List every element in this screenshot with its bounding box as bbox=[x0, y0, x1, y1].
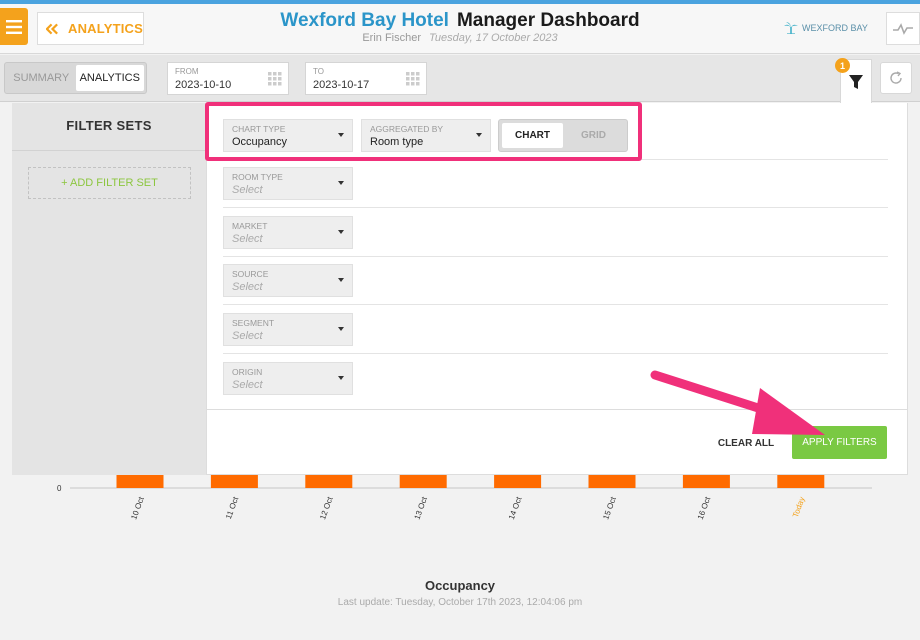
caret-down-icon bbox=[338, 230, 344, 234]
caret-down-icon bbox=[338, 278, 344, 282]
divider bbox=[223, 304, 888, 305]
chart-bar bbox=[116, 475, 164, 488]
source-label: SOURCE bbox=[232, 269, 269, 279]
brand-label: WEXFORD BAY bbox=[802, 23, 868, 33]
current-date: Tuesday, 17 October 2023 bbox=[429, 32, 558, 44]
chart-bar bbox=[399, 475, 447, 488]
segment-select[interactable]: SEGMENT Select bbox=[223, 313, 353, 346]
from-date-label: FROM bbox=[175, 67, 199, 76]
room-type-label: ROOM TYPE bbox=[232, 172, 283, 182]
to-date-field[interactable]: TO 2023-10-17 bbox=[305, 62, 427, 95]
chart-bar bbox=[682, 475, 730, 488]
source-placeholder: Select bbox=[232, 281, 263, 293]
hotel-name: Wexford Bay Hotel bbox=[280, 10, 449, 31]
chart-bar bbox=[210, 475, 258, 488]
segment-label: SEGMENT bbox=[232, 318, 275, 328]
filter-count-badge: 1 bbox=[835, 58, 850, 73]
to-date-label: TO bbox=[313, 67, 324, 76]
room-type-select[interactable]: ROOM TYPE Select bbox=[223, 167, 353, 200]
funnel-icon bbox=[849, 74, 863, 89]
x-tick-label: Today bbox=[791, 496, 807, 519]
chart-bar bbox=[494, 475, 542, 488]
origin-placeholder: Select bbox=[232, 379, 263, 391]
x-tick-label: 14 Oct bbox=[507, 495, 524, 521]
caret-down-icon bbox=[338, 327, 344, 331]
caret-down-icon bbox=[338, 181, 344, 185]
x-tick-label: 16 Oct bbox=[696, 495, 713, 521]
view-switcher: SUMMARY ANALYTICS bbox=[4, 62, 147, 94]
occupancy-chart: 0 10 Oct 11 Oct 12 Oct 13 Oct 14 Oct 15 Oct 16… bbox=[57, 475, 872, 521]
divider bbox=[223, 256, 888, 257]
room-type-placeholder: Select bbox=[232, 184, 263, 196]
page-subtitle: Erin Fischer Tuesday, 17 October 2023 bbox=[0, 32, 920, 44]
caret-down-icon bbox=[338, 376, 344, 380]
filter-sets-title: FILTER SETS bbox=[66, 118, 152, 133]
from-date-value: 2023-10-10 bbox=[175, 79, 232, 91]
dashboard-title: Manager Dashboard bbox=[456, 10, 640, 31]
user-name: Erin Fischer bbox=[362, 32, 422, 44]
source-select[interactable]: SOURCE Select bbox=[223, 264, 353, 297]
filter-sets-panel bbox=[12, 103, 206, 475]
highlight-box bbox=[205, 102, 642, 161]
chart-bar bbox=[777, 475, 825, 488]
x-tick-label: 13 Oct bbox=[413, 495, 430, 521]
x-tick-label: 12 Oct bbox=[318, 495, 335, 521]
add-filter-set-button[interactable]: + ADD FILTER SET bbox=[28, 167, 191, 199]
calendar-grid-icon bbox=[268, 72, 282, 86]
x-tick-label: 10 Oct bbox=[129, 495, 146, 521]
market-placeholder: Select bbox=[232, 233, 263, 245]
tab-analytics[interactable]: ANALYTICS bbox=[75, 65, 144, 91]
refresh-icon bbox=[890, 71, 902, 84]
divider bbox=[12, 150, 206, 151]
y-tick-label: 0 bbox=[57, 484, 62, 493]
origin-select[interactable]: ORIGIN Select bbox=[223, 362, 353, 395]
market-label: MARKET bbox=[232, 221, 268, 231]
tab-summary[interactable]: SUMMARY bbox=[7, 65, 76, 91]
to-date-value: 2023-10-17 bbox=[313, 79, 370, 91]
activity-button[interactable] bbox=[886, 12, 920, 45]
market-select[interactable]: MARKET Select bbox=[223, 216, 353, 249]
last-update-text: Last update: Tuesday, October 17th 2023,… bbox=[337, 597, 583, 608]
calendar-grid-icon bbox=[406, 72, 420, 86]
chart-bar bbox=[588, 475, 636, 488]
from-date-field[interactable]: FROM 2023-10-10 bbox=[167, 62, 289, 95]
x-tick-label: 11 Oct bbox=[224, 495, 241, 520]
palm-tree-icon bbox=[784, 22, 798, 34]
origin-label: ORIGIN bbox=[232, 367, 263, 377]
annotation-arrow bbox=[650, 370, 825, 435]
chart-bar bbox=[305, 475, 353, 488]
segment-placeholder: Select bbox=[232, 330, 263, 342]
divider bbox=[223, 353, 888, 354]
divider bbox=[223, 207, 888, 208]
page-title: Wexford Bay Hotel Manager Dashboard bbox=[0, 10, 920, 32]
brand-logo: WEXFORD BAY bbox=[784, 22, 868, 34]
chart-title: Occupancy bbox=[424, 578, 496, 593]
refresh-button[interactable] bbox=[880, 62, 912, 94]
x-tick-label: 15 Oct bbox=[601, 495, 618, 521]
pulse-icon bbox=[893, 22, 913, 35]
